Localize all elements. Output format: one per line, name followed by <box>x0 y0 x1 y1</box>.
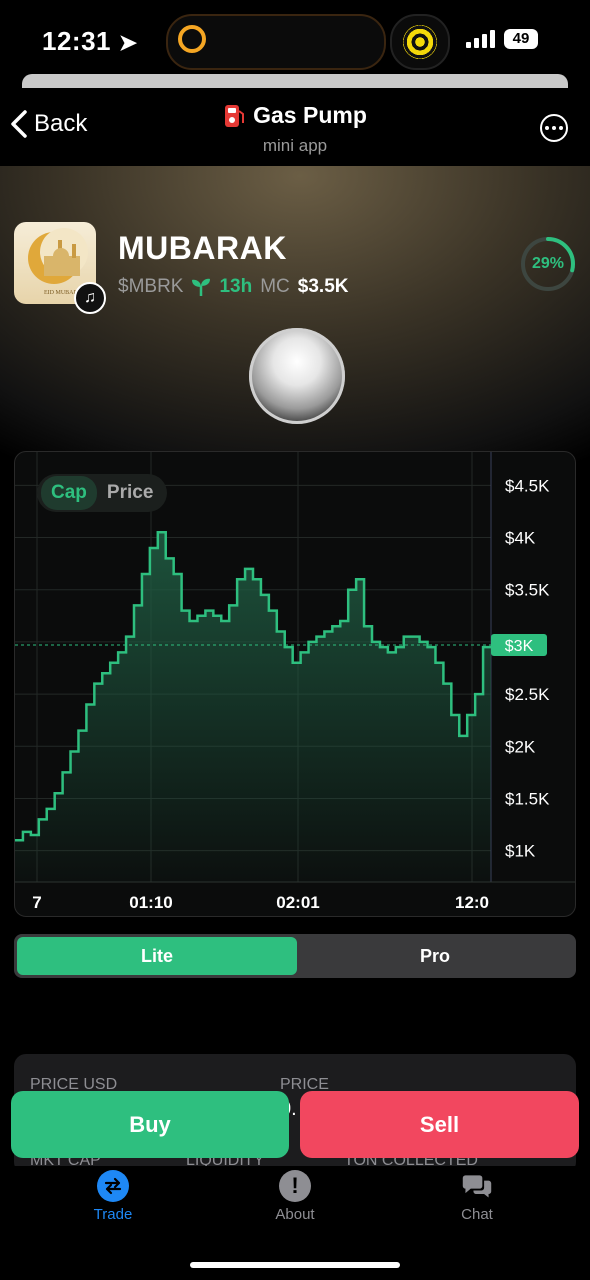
more-options-button[interactable] <box>540 114 568 142</box>
spiral-app-icon <box>390 14 450 70</box>
mini-app-header: Back Gas Pump mini app <box>0 88 590 166</box>
status-bar: 12:31 ➤ 49 <box>0 0 590 80</box>
mc-value: $3.5K <box>297 276 349 297</box>
y-tick-label: $4K <box>505 529 536 548</box>
x-tick-label: 7 <box>32 893 41 912</box>
sell-button[interactable]: Sell <box>300 1091 579 1158</box>
x-tick-label: 12:0 <box>455 893 489 912</box>
fuel-pump-icon <box>225 104 245 127</box>
page-subtitle: mini app <box>262 135 328 155</box>
tap-orb-button[interactable] <box>249 328 345 424</box>
tab-trade[interactable]: Trade <box>58 1170 168 1223</box>
sprout-icon <box>192 278 211 296</box>
y-tick-label: $1K <box>505 842 536 861</box>
y-tick-label: $4.5K <box>505 476 550 495</box>
dynamic-island <box>166 14 386 70</box>
token-ticker: $MBRK <box>118 276 184 297</box>
swap-icon <box>97 1170 129 1202</box>
status-time: 12:31 ➤ <box>42 26 138 56</box>
tab-chat[interactable]: Chat <box>422 1170 532 1223</box>
battery-icon: 49 <box>504 29 538 49</box>
timer-icon <box>178 25 206 53</box>
chat-icon <box>461 1170 493 1202</box>
info-icon: ! <box>279 1170 311 1202</box>
x-tick-label: 02:01 <box>276 893 319 912</box>
price-chart[interactable]: $4.5K $4K $3.5K $3K $2.5K $2K $1.5K $1K 7 01:10 02… <box>14 451 576 917</box>
mode-lite-button[interactable]: Lite <box>17 937 297 975</box>
page-title: Gas Pump <box>223 102 367 129</box>
token-age: 13h <box>219 276 253 297</box>
mc-label: MC <box>260 276 290 297</box>
progress-label: 29% <box>531 255 565 272</box>
mode-switch: Lite Pro <box>14 934 576 978</box>
y-tick-label: $2K <box>505 737 536 756</box>
toggle-cap[interactable]: Cap <box>41 476 97 510</box>
toggle-price[interactable]: Price <box>97 476 163 510</box>
tab-trade-label: Trade <box>93 1206 133 1223</box>
token-name: MUBARAK <box>118 230 287 266</box>
music-note-icon: ♫ <box>74 282 106 314</box>
y-tick-label: $3.5K <box>505 581 550 600</box>
x-tick-label: 01:10 <box>129 893 172 912</box>
tab-chat-label: Chat <box>461 1206 493 1223</box>
mode-pro-button[interactable]: Pro <box>297 937 573 975</box>
token-meta: $MBRK 13h MC $3.5K <box>118 276 348 298</box>
tab-about[interactable]: ! About <box>240 1170 350 1223</box>
y-tick-label: $2.5K <box>505 685 550 704</box>
current-value-label: $3K <box>505 638 534 655</box>
signal-icon <box>466 30 495 48</box>
tab-about-label: About <box>275 1206 315 1223</box>
chart-toggle: Cap Price <box>37 474 168 512</box>
chart-canvas: $4.5K $4K $3.5K $3K $2.5K $2K $1.5K $1K 7 01:10 02… <box>15 452 575 912</box>
home-indicator <box>190 1262 400 1268</box>
y-tick-label: $1.5K <box>505 789 550 808</box>
buy-button[interactable]: Buy <box>11 1091 289 1158</box>
